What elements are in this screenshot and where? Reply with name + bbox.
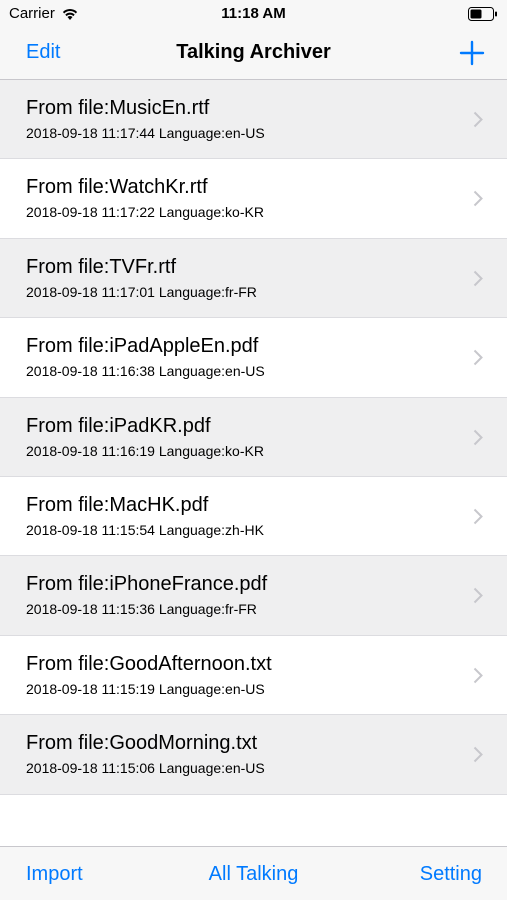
item-title: From file:iPadAppleEn.pdf (26, 335, 259, 358)
chevron-right-icon (473, 349, 483, 366)
list-item[interactable]: From file:MusicEn.rtf 2018-09-18 11:17:4… (0, 80, 507, 160)
bottom-toolbar: Import All Talking Setting (0, 846, 507, 900)
item-subtitle: 2018-09-18 11:16:19 Language:ko-KR (26, 442, 264, 459)
chevron-right-icon (473, 429, 483, 445)
chevron-right-icon (473, 270, 483, 286)
item-title: From file:MusicEn.rtf (26, 97, 210, 119)
list-item[interactable]: From file:TVFr.rtf 2018-09-18 11:17:01 L… (0, 238, 507, 319)
list-item[interactable]: From file:WatchKr.rtf 2018-09-18 11:17:2… (0, 159, 507, 239)
battery-icon (468, 7, 497, 21)
chevron-right-icon (473, 191, 483, 207)
navigation-bar: Edit Talking Archiver (0, 28, 507, 80)
list-item[interactable]: From file:MacHK.pdf 2018-09-18 11:15:54 … (0, 477, 507, 557)
chevron-right-icon (473, 667, 483, 683)
chevron-right-icon (473, 111, 483, 128)
item-subtitle: 2018-09-18 11:17:01 Language:fr-FR (26, 283, 257, 300)
item-subtitle: 2018-09-18 11:17:22 Language:ko-KR (26, 204, 264, 221)
list-item[interactable]: From file:iPhoneFrance.pdf 2018-09-18 11… (0, 556, 507, 636)
chevron-right-icon (473, 588, 483, 604)
plus-icon[interactable] (459, 40, 485, 66)
item-title: From file:GoodAfternoon.txt (26, 652, 272, 675)
item-title: From file:WatchKr.rtf (26, 176, 208, 199)
status-bar: Carrier 11:18 AM (0, 0, 507, 28)
item-subtitle: 2018-09-18 11:16:38 Language:en-US (26, 363, 265, 380)
list-item[interactable]: From file:GoodMorning.txt 2018-09-18 11:… (0, 715, 507, 795)
item-title: From file:MacHK.pdf (26, 493, 209, 516)
list-item[interactable]: From file:iPadAppleEn.pdf 2018-09-18 11:… (0, 318, 507, 398)
status-time: 11:18 AM (221, 5, 286, 22)
item-subtitle: 2018-09-18 11:15:19 Language:en-US (26, 680, 265, 697)
archive-list: From file:MusicEn.rtf 2018-09-18 11:17:4… (0, 80, 507, 795)
page-title: Talking Archiver (176, 41, 331, 63)
item-title: From file:TVFr.rtf (26, 255, 176, 278)
item-subtitle: 2018-09-18 11:15:06 Language:en-US (26, 760, 265, 777)
item-title: From file:iPadKR.pdf (26, 414, 211, 437)
chevron-right-icon (473, 508, 483, 525)
list-item[interactable]: From file:iPadKR.pdf 2018-09-18 11:16:19… (0, 397, 507, 477)
chevron-right-icon (473, 746, 483, 763)
setting-button[interactable]: Setting (420, 863, 482, 886)
list-item[interactable]: From file:GoodAfternoon.txt 2018-09-18 1… (0, 636, 507, 716)
item-title: From file:GoodMorning.txt (26, 732, 258, 755)
item-subtitle: 2018-09-18 11:17:44 Language:en-US (26, 125, 265, 141)
item-subtitle: 2018-09-18 11:15:54 Language:zh-HK (26, 521, 264, 538)
item-title: From file:iPhoneFrance.pdf (26, 573, 268, 596)
item-subtitle: 2018-09-18 11:15:36 Language:fr-FR (26, 601, 257, 618)
